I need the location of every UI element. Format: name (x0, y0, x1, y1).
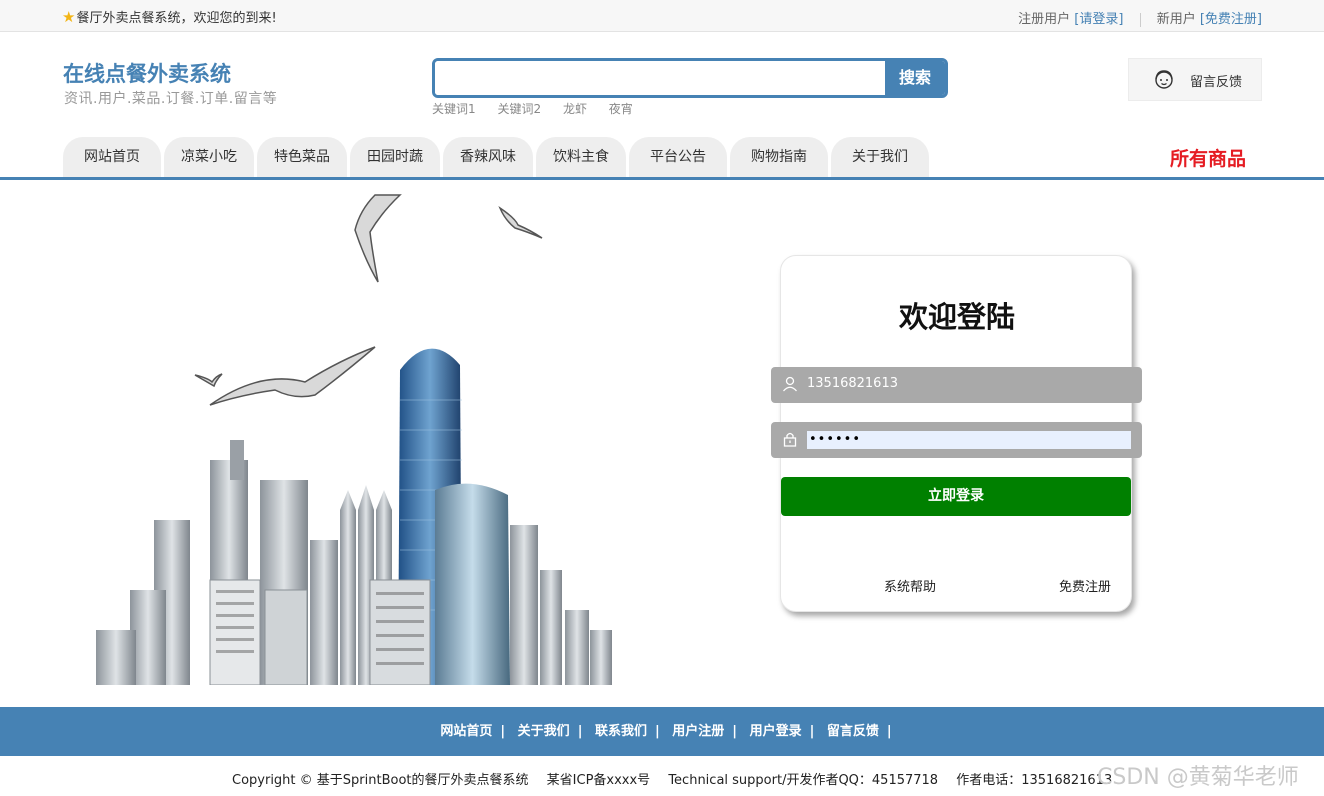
new-user-label: 新用户 (1156, 12, 1196, 27)
account-links: 注册用户 [请登录] 新用户 [免费注册] (1018, 8, 1262, 27)
hotword-link[interactable]: 关键词2 (497, 102, 541, 116)
login-submit-button[interactable]: 立即登录 (781, 477, 1131, 516)
login-title: 欢迎登陆 (898, 300, 1015, 334)
all-products-link[interactable]: 所有商品 (1170, 144, 1246, 171)
feedback-label: 留言反馈 (1190, 75, 1243, 90)
footer-link-about[interactable]: 关于我们 (518, 724, 570, 739)
free-register-link[interactable]: 免费注册 (1059, 576, 1111, 595)
feedback-button[interactable]: 留言反馈 (1128, 58, 1262, 101)
footer-link-login[interactable]: 用户登录 (750, 724, 802, 739)
welcome-text: 餐厅外卖点餐系统，欢迎您的到来! (76, 11, 277, 26)
main-nav: 网站首页 凉菜小吃 特色菜品 田园时蔬 香辣风味 饮料主食 平台公告 购物指南 … (0, 136, 1324, 180)
nav-tab-drinks[interactable]: 饮料主食 (536, 137, 626, 177)
register-link[interactable]: [免费注册] (1200, 12, 1262, 27)
city-skyline-illustration (96, 194, 612, 685)
star-icon: ★ (62, 8, 76, 26)
footer-link-register[interactable]: 用户注册 (672, 724, 724, 739)
search-box: 搜索 (432, 58, 948, 98)
username-field[interactable]: 13516821613 (771, 367, 1142, 403)
nav-tab-home[interactable]: 网站首页 (63, 137, 161, 177)
customer-service-icon (1155, 70, 1173, 89)
nav-tab-about[interactable]: 关于我们 (831, 137, 929, 177)
divider (1139, 12, 1141, 27)
copyright-line: Copyright © 基于SprintBoot的餐厅外卖点餐系统 某省ICP备… (232, 769, 1126, 788)
password-field[interactable]: •••••• (771, 422, 1142, 458)
lock-icon (783, 432, 797, 447)
top-bar: ★餐厅外卖点餐系统，欢迎您的到来! 注册用户 [请登录] 新用户 [免费注册] (0, 0, 1324, 32)
hotword-link[interactable]: 关键词1 (432, 102, 476, 116)
username-value[interactable]: 13516821613 (807, 376, 898, 391)
support-text: Technical support/开发作者QQ：45157718 (668, 773, 939, 788)
user-icon (783, 376, 797, 392)
site-title[interactable]: 在线点餐外卖系统 (63, 58, 231, 88)
login-link[interactable]: [请登录] (1074, 12, 1123, 27)
site-subtitle: 资讯.用户.菜品.订餐.订单.留言等 (64, 91, 278, 107)
watermark: CSDN @黄菊华老师 (1097, 765, 1299, 790)
welcome-message: ★餐厅外卖点餐系统，欢迎您的到来! (62, 7, 277, 26)
nav-tab-cold-dishes[interactable]: 凉菜小吃 (164, 137, 254, 177)
system-help-link[interactable]: 系统帮助 (884, 576, 936, 595)
footer-link-feedback[interactable]: 留言反馈 (827, 724, 879, 739)
nav-tab-spicy[interactable]: 香辣风味 (443, 137, 533, 177)
password-input[interactable]: •••••• (807, 431, 1131, 449)
nav-tab-specialties[interactable]: 特色菜品 (257, 137, 347, 177)
login-panel: 欢迎登陆 13516821613 •••••• 立即登录 系统帮助 免费注册 (771, 255, 1142, 612)
footer-link-contact[interactable]: 联系我们 (595, 724, 647, 739)
nav-tab-announcements[interactable]: 平台公告 (629, 137, 727, 177)
seagull-icon (194, 194, 543, 406)
nav-tab-vegetables[interactable]: 田园时蔬 (350, 137, 440, 177)
hot-keywords: 关键词1 关键词2 龙虾 夜宵 (432, 100, 651, 117)
icp-text: 某省ICP备xxxx号 (546, 773, 651, 788)
copyright-text: Copyright © 基于SprintBoot的餐厅外卖点餐系统 (232, 773, 529, 788)
nav-tab-shopping-guide[interactable]: 购物指南 (730, 137, 828, 177)
footer-link-home[interactable]: 网站首页 (440, 724, 492, 739)
registered-user-label: 注册用户 (1018, 12, 1071, 27)
footer-nav: 网站首页 | 关于我们 | 联系我们 | 用户注册 | 用户登录 | 留言反馈 | (0, 707, 1324, 756)
search-input[interactable] (435, 61, 885, 95)
hotword-link[interactable]: 夜宵 (609, 102, 633, 116)
hotword-link[interactable]: 龙虾 (563, 102, 587, 116)
phone-text: 作者电话：13516821613 (956, 773, 1113, 788)
search-button[interactable]: 搜索 (885, 61, 945, 95)
